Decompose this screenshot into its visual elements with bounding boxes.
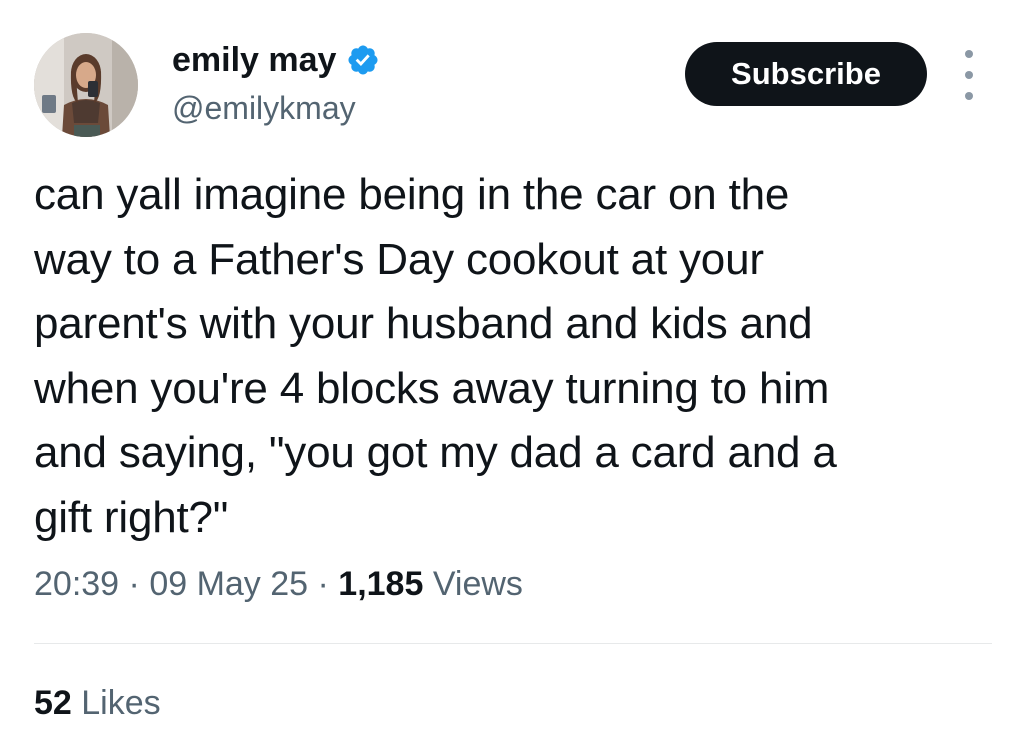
tweet-text: can yall imagine being in the car on the… (34, 170, 837, 542)
more-options-icon[interactable] (955, 50, 983, 100)
more-dot (965, 50, 973, 58)
meta-separator: · (308, 565, 339, 603)
verified-badge-icon[interactable] (346, 43, 380, 77)
tweet-time[interactable]: 20:39 (34, 565, 119, 603)
avatar[interactable] (34, 33, 138, 137)
likes-label: Likes (71, 684, 161, 722)
author-display-name[interactable]: emily may (172, 40, 336, 80)
views-label: Views (423, 565, 523, 603)
tweet-meta: 20:39 · 09 May 25 · 1,185 Views (34, 562, 523, 606)
author-handle[interactable]: @emilykmay (172, 88, 356, 128)
avatar-photo (34, 33, 138, 137)
more-dot (965, 92, 973, 100)
meta-separator: · (119, 565, 150, 603)
likes-link[interactable]: 52 Likes (34, 681, 161, 725)
more-dot (965, 71, 973, 79)
views-count: 1,185 (338, 565, 424, 603)
author-name-row: emily may (172, 40, 380, 80)
subscribe-button[interactable]: Subscribe (685, 42, 927, 106)
likes-count: 52 (34, 684, 72, 722)
divider (34, 643, 992, 644)
tweet-date[interactable]: 09 May 25 (149, 565, 308, 603)
